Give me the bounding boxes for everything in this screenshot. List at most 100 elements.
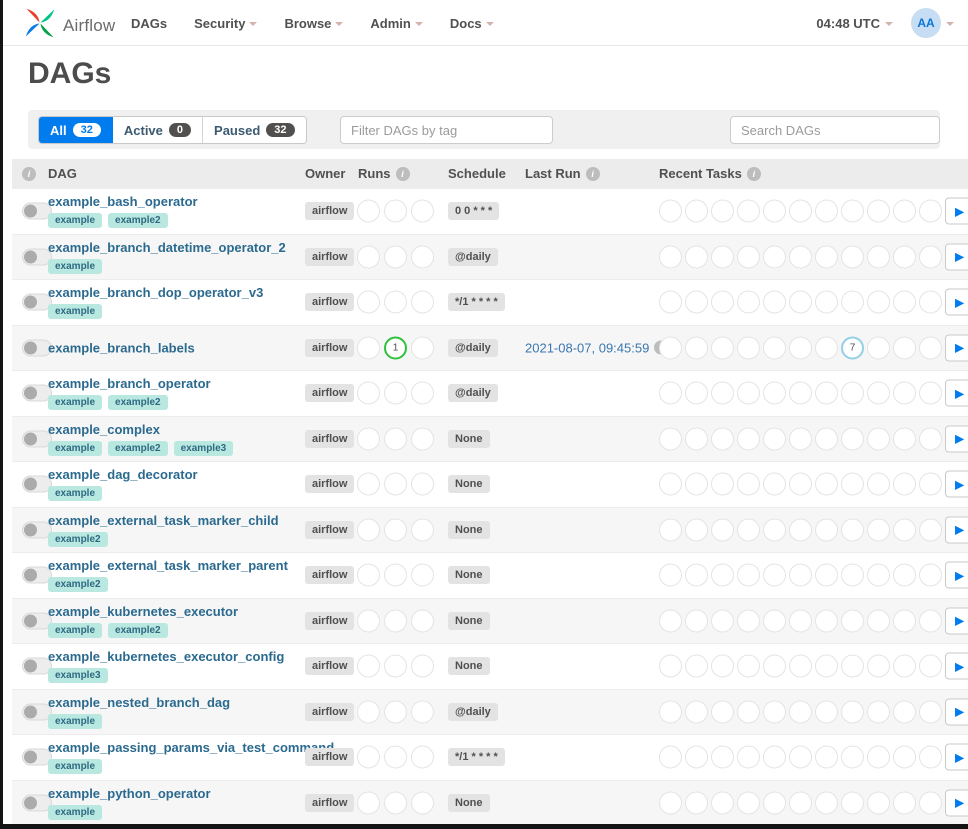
dag-name-link[interactable]: example_python_operator [48, 786, 211, 801]
schedule-badge[interactable]: None [448, 657, 490, 675]
task-state-circle[interactable] [815, 746, 838, 769]
task-state-circle[interactable] [737, 791, 760, 814]
task-state-circle[interactable] [815, 700, 838, 723]
task-state-circle[interactable] [411, 700, 434, 723]
task-state-circle[interactable] [711, 655, 734, 678]
dag-tag[interactable]: example [48, 213, 102, 228]
task-state-circle[interactable] [867, 336, 890, 359]
column-header-schedule[interactable]: Schedule [448, 159, 506, 189]
task-state-circle[interactable] [919, 245, 942, 268]
timezone-selector[interactable]: 04:48 UTC [816, 16, 893, 31]
task-state-circle[interactable] [659, 564, 682, 587]
task-state-circle[interactable] [841, 427, 864, 450]
dag-name-link[interactable]: example_nested_branch_dag [48, 695, 230, 710]
tab-all[interactable]: All32 [39, 117, 113, 143]
task-state-circle[interactable] [685, 382, 708, 405]
task-state-circle[interactable] [711, 746, 734, 769]
task-state-circle[interactable] [815, 473, 838, 496]
task-state-circle[interactable] [815, 336, 838, 359]
task-state-circle[interactable] [737, 518, 760, 541]
task-state-circle[interactable] [357, 291, 380, 314]
nav-item-security[interactable]: Security [194, 16, 257, 31]
column-header-recent-tasks[interactable]: Recent Tasksi [659, 159, 761, 189]
task-state-circle[interactable] [789, 291, 812, 314]
task-state-circle[interactable] [659, 609, 682, 632]
owner-badge[interactable]: airflow [305, 612, 354, 630]
last-run-link[interactable]: 2021-08-07, 09:45:59 [525, 340, 649, 355]
trigger-dag-button[interactable]: ▶ [945, 334, 968, 361]
toggle-column-info-icon[interactable]: i [22, 159, 36, 189]
task-state-circle[interactable] [659, 336, 682, 359]
owner-badge[interactable]: airflow [305, 475, 354, 493]
dag-name-link[interactable]: example_branch_operator [48, 376, 211, 391]
task-state-circle[interactable] [841, 655, 864, 678]
schedule-badge[interactable]: None [448, 612, 490, 630]
column-header-owner[interactable]: Owner [305, 159, 345, 189]
nav-item-admin[interactable]: Admin [370, 16, 422, 31]
dag-name-link[interactable]: example_branch_dop_operator_v3 [48, 285, 263, 300]
task-state-circle[interactable] [737, 245, 760, 268]
dag-tag[interactable]: example2 [48, 577, 108, 592]
trigger-dag-button[interactable]: ▶ [945, 380, 968, 407]
owner-badge[interactable]: airflow [305, 703, 354, 721]
column-header-last-run[interactable]: Last Runi [525, 159, 600, 189]
task-state-circle[interactable] [919, 291, 942, 314]
task-state-circle[interactable] [815, 427, 838, 450]
task-state-circle[interactable] [384, 700, 407, 723]
task-state-circle[interactable] [711, 427, 734, 450]
owner-badge[interactable]: airflow [305, 248, 354, 266]
task-state-circle[interactable] [685, 609, 708, 632]
task-state-circle[interactable] [789, 518, 812, 541]
task-state-circle[interactable] [737, 655, 760, 678]
task-state-circle[interactable] [711, 609, 734, 632]
dag-name-link[interactable]: example_kubernetes_executor [48, 604, 238, 619]
task-state-circle[interactable] [711, 291, 734, 314]
task-state-circle[interactable] [384, 382, 407, 405]
task-state-circle[interactable] [867, 200, 890, 223]
schedule-badge[interactable]: */1 * * * * [448, 293, 505, 311]
task-state-circle[interactable] [411, 564, 434, 587]
task-state-circle[interactable] [841, 518, 864, 541]
dag-name-link[interactable]: example_kubernetes_executor_config [48, 649, 284, 664]
task-state-circle[interactable] [841, 291, 864, 314]
task-state-circle[interactable] [815, 655, 838, 678]
schedule-badge[interactable]: */1 * * * * [448, 748, 505, 766]
task-state-circle[interactable] [357, 427, 380, 450]
task-state-circle[interactable] [841, 245, 864, 268]
task-state-circle[interactable] [384, 245, 407, 268]
task-state-circle[interactable] [685, 200, 708, 223]
task-state-circle[interactable] [659, 518, 682, 541]
dag-name-link[interactable]: example_passing_params_via_test_command [48, 740, 334, 755]
trigger-dag-button[interactable]: ▶ [945, 562, 968, 589]
dag-tag[interactable]: example [48, 486, 102, 501]
task-state-circle[interactable] [411, 291, 434, 314]
task-state-circle[interactable] [893, 291, 916, 314]
task-state-circle[interactable] [893, 791, 916, 814]
task-state-circle[interactable] [357, 382, 380, 405]
dag-tag[interactable]: example [48, 805, 102, 820]
owner-badge[interactable]: airflow [305, 202, 354, 220]
task-state-circle[interactable] [789, 609, 812, 632]
task-state-circle[interactable] [815, 564, 838, 587]
dag-tag[interactable]: example2 [108, 623, 168, 638]
task-state-circle[interactable] [711, 791, 734, 814]
task-state-circle[interactable] [411, 245, 434, 268]
task-state-circle[interactable] [357, 609, 380, 632]
owner-badge[interactable]: airflow [305, 657, 354, 675]
tag-filter-input[interactable] [340, 116, 553, 144]
dag-tag[interactable]: example3 [174, 441, 234, 456]
dag-name-link[interactable]: example_bash_operator [48, 194, 198, 209]
trigger-dag-button[interactable]: ▶ [945, 425, 968, 452]
task-state-circle[interactable] [919, 336, 942, 359]
schedule-badge[interactable]: None [448, 521, 490, 539]
trigger-dag-button[interactable]: ▶ [945, 698, 968, 725]
task-state-circle[interactable] [919, 655, 942, 678]
task-state-circle[interactable] [763, 291, 786, 314]
task-state-circle[interactable] [763, 473, 786, 496]
task-state-circle[interactable] [919, 564, 942, 587]
task-state-circle[interactable] [789, 791, 812, 814]
trigger-dag-button[interactable]: ▶ [945, 516, 968, 543]
brand[interactable]: Airflow [24, 7, 115, 44]
task-state-circle[interactable] [763, 336, 786, 359]
task-state-circle[interactable] [763, 518, 786, 541]
